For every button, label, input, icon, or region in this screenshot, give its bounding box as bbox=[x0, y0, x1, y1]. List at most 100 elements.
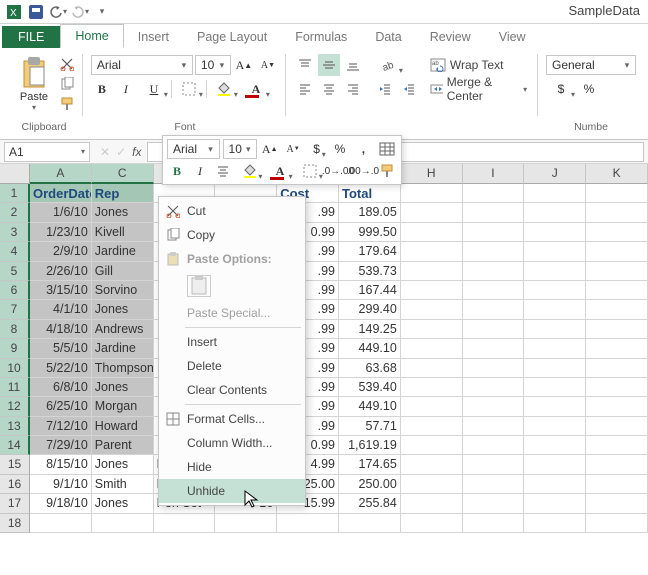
cell-C16[interactable]: Smith bbox=[92, 475, 154, 494]
row-header-11[interactable]: 11 bbox=[0, 378, 30, 397]
row-header-3[interactable]: 3 bbox=[0, 223, 30, 242]
increase-font-icon[interactable]: A▲ bbox=[233, 54, 255, 76]
mini-font-name[interactable]: Arial▾ bbox=[167, 139, 220, 159]
cell-K11[interactable] bbox=[586, 378, 648, 397]
cell-A15[interactable]: 8/15/10 bbox=[30, 455, 92, 474]
cell-C4[interactable]: Jardine bbox=[92, 242, 154, 261]
cell-C6[interactable]: Sorvino bbox=[92, 281, 154, 300]
mini-percent-icon[interactable]: % bbox=[330, 138, 350, 160]
ctx-hide[interactable]: Hide bbox=[159, 455, 305, 479]
cell-G16[interactable]: 250.00 bbox=[339, 475, 401, 494]
cell-H16[interactable] bbox=[401, 475, 463, 494]
cell-J14[interactable] bbox=[524, 436, 586, 455]
cell-A16[interactable]: 9/1/10 bbox=[30, 475, 92, 494]
percent-format-icon[interactable]: % bbox=[578, 78, 600, 100]
mini-borders-icon[interactable]: ▾ bbox=[297, 160, 324, 182]
align-bottom-icon[interactable] bbox=[342, 54, 364, 76]
cell-I7[interactable] bbox=[463, 300, 525, 319]
cell-A10[interactable]: 5/22/10 bbox=[30, 359, 92, 378]
col-header-I[interactable]: I bbox=[463, 164, 525, 184]
cell-I11[interactable] bbox=[463, 378, 525, 397]
align-right-icon[interactable] bbox=[342, 78, 364, 100]
mini-accounting-icon[interactable]: $▾ bbox=[306, 138, 326, 160]
cell-C14[interactable]: Parent bbox=[92, 436, 154, 455]
cell-K12[interactable] bbox=[586, 397, 648, 416]
cell-G10[interactable]: 63.68 bbox=[339, 359, 401, 378]
format-painter-icon[interactable] bbox=[58, 95, 76, 113]
mini-decrease-font-icon[interactable]: A▼ bbox=[283, 138, 303, 160]
fill-color-icon[interactable]: ▾ bbox=[209, 78, 239, 100]
ctx-format-cells[interactable]: Format Cells... bbox=[159, 407, 305, 431]
row-header-15[interactable]: 15 bbox=[0, 455, 30, 474]
mini-format-table-icon[interactable] bbox=[377, 138, 397, 160]
cell-C17[interactable]: Jones bbox=[92, 494, 154, 513]
cell-H11[interactable] bbox=[401, 378, 463, 397]
borders-icon[interactable]: ▾ bbox=[174, 78, 204, 100]
cell-G17[interactable]: 255.84 bbox=[339, 494, 401, 513]
cell-A8[interactable]: 4/18/10 bbox=[30, 320, 92, 339]
row-header-12[interactable]: 12 bbox=[0, 397, 30, 416]
cell-J6[interactable] bbox=[524, 281, 586, 300]
paste-button[interactable]: Paste ▾ bbox=[12, 52, 56, 116]
insert-function-icon[interactable]: fx bbox=[132, 145, 141, 159]
mini-increase-decimal-icon[interactable]: .0→.00 bbox=[327, 160, 349, 182]
italic-icon[interactable]: I bbox=[115, 78, 137, 100]
tab-view[interactable]: View bbox=[485, 26, 540, 48]
row-header-7[interactable]: 7 bbox=[0, 300, 30, 319]
cell-K8[interactable] bbox=[586, 320, 648, 339]
cell-I13[interactable] bbox=[463, 417, 525, 436]
cell-C2[interactable]: Jones bbox=[92, 203, 154, 222]
row-header-10[interactable]: 10 bbox=[0, 359, 30, 378]
cell-J7[interactable] bbox=[524, 300, 586, 319]
row-header-13[interactable]: 13 bbox=[0, 417, 30, 436]
ctx-paste-special[interactable]: Paste Special... bbox=[159, 301, 305, 325]
cell-I4[interactable] bbox=[463, 242, 525, 261]
row-header-4[interactable]: 4 bbox=[0, 242, 30, 261]
cell-J10[interactable] bbox=[524, 359, 586, 378]
mini-font-color-icon[interactable]: A▾ bbox=[266, 160, 293, 182]
cell-J2[interactable] bbox=[524, 203, 586, 222]
cell-A2[interactable]: 1/6/10 bbox=[30, 203, 92, 222]
cell-H4[interactable] bbox=[401, 242, 463, 261]
row-header-2[interactable]: 2 bbox=[0, 203, 30, 222]
mini-bold-icon[interactable]: B bbox=[167, 160, 187, 182]
tab-insert[interactable]: Insert bbox=[124, 26, 183, 48]
cell-J16[interactable] bbox=[524, 475, 586, 494]
increase-indent-icon[interactable] bbox=[398, 78, 420, 100]
save-icon[interactable] bbox=[26, 2, 46, 22]
mini-format-painter-icon[interactable] bbox=[377, 160, 397, 182]
cell-K9[interactable] bbox=[586, 339, 648, 358]
cell-K13[interactable] bbox=[586, 417, 648, 436]
cell-A17[interactable]: 9/18/10 bbox=[30, 494, 92, 513]
orientation-icon[interactable]: ab▾ bbox=[374, 54, 404, 76]
cell-A12[interactable]: 6/25/10 bbox=[30, 397, 92, 416]
cell-C18[interactable] bbox=[92, 514, 154, 533]
cell-K17[interactable] bbox=[586, 494, 648, 513]
cell-I15[interactable] bbox=[463, 455, 525, 474]
decrease-font-icon[interactable]: A▼ bbox=[257, 54, 279, 76]
cell-K10[interactable] bbox=[586, 359, 648, 378]
align-left-icon[interactable] bbox=[294, 78, 316, 100]
cell-H7[interactable] bbox=[401, 300, 463, 319]
tab-home[interactable]: Home bbox=[60, 24, 123, 48]
cell-H9[interactable] bbox=[401, 339, 463, 358]
row-header-9[interactable]: 9 bbox=[0, 339, 30, 358]
cell-C7[interactable]: Jones bbox=[92, 300, 154, 319]
cell-H2[interactable] bbox=[401, 203, 463, 222]
cell-J12[interactable] bbox=[524, 397, 586, 416]
cell-G13[interactable]: 57.71 bbox=[339, 417, 401, 436]
col-header-J[interactable]: J bbox=[524, 164, 586, 184]
cell-A13[interactable]: 7/12/10 bbox=[30, 417, 92, 436]
cell-K15[interactable] bbox=[586, 455, 648, 474]
cell-A1[interactable]: OrderDate bbox=[30, 184, 92, 203]
cell-G18[interactable] bbox=[339, 514, 401, 533]
mini-italic-icon[interactable]: I bbox=[190, 160, 210, 182]
tab-review[interactable]: Review bbox=[416, 26, 485, 48]
cell-I16[interactable] bbox=[463, 475, 525, 494]
cell-I3[interactable] bbox=[463, 223, 525, 242]
cell-J13[interactable] bbox=[524, 417, 586, 436]
row-header-8[interactable]: 8 bbox=[0, 320, 30, 339]
font-color-icon[interactable]: A▾ bbox=[241, 78, 271, 100]
cell-H8[interactable] bbox=[401, 320, 463, 339]
cell-C1[interactable]: Rep bbox=[92, 184, 154, 203]
